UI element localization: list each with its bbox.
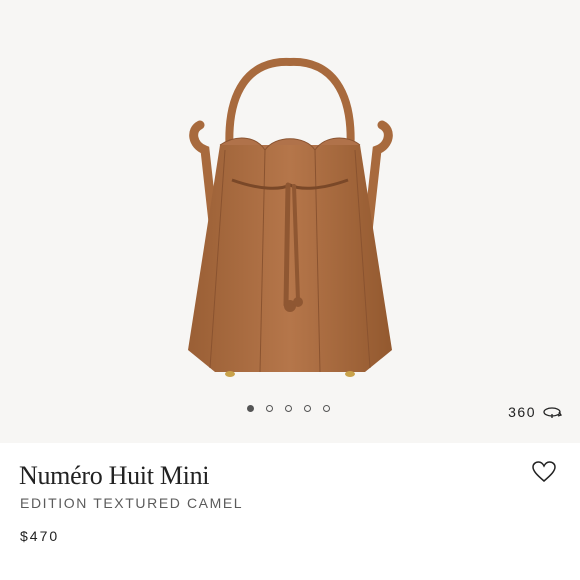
- view-360-label: 360: [508, 404, 536, 420]
- gallery-pagination: [247, 405, 342, 412]
- gallery-dot-1[interactable]: [247, 405, 254, 412]
- product-edition: EDITION TEXTURED CAMEL: [20, 495, 244, 511]
- product-gallery[interactable]: 360: [0, 0, 580, 443]
- product-image: [188, 57, 393, 377]
- product-title: Numéro Huit Mini: [19, 461, 210, 490]
- product-price: $470: [20, 528, 60, 544]
- view-360-button[interactable]: 360: [508, 404, 564, 420]
- gallery-dot-4[interactable]: [304, 405, 311, 412]
- gallery-dot-2[interactable]: [266, 405, 273, 412]
- product-info: Numéro Huit Mini EDITION TEXTURED CAMEL …: [0, 443, 580, 580]
- gallery-dot-5[interactable]: [323, 405, 330, 412]
- heart-outline-icon[interactable]: [532, 461, 556, 483]
- rotate-360-icon: [543, 407, 563, 418]
- gallery-dot-3[interactable]: [285, 405, 292, 412]
